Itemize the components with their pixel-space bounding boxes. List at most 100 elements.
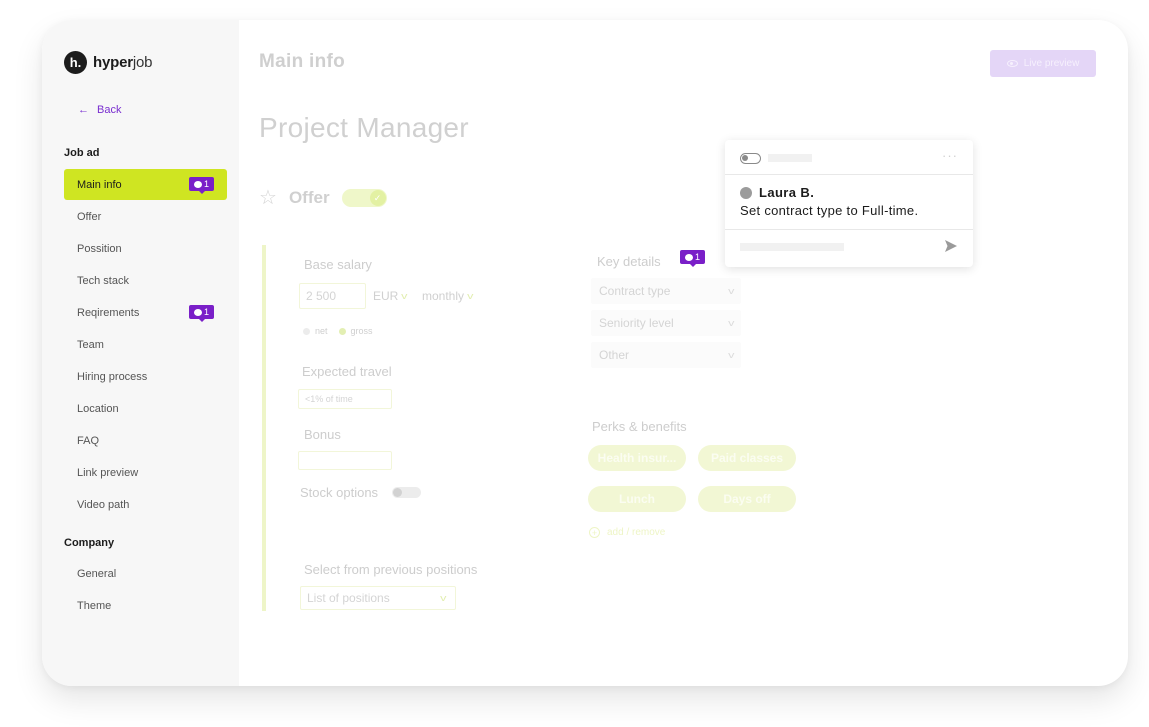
sidebar-item-hiring-process[interactable]: Hiring process [64, 361, 227, 392]
comment-icon [193, 308, 202, 316]
sidebar-item-tech-stack[interactable]: Tech stack [64, 265, 227, 296]
sidebar-item-team[interactable]: Team [64, 329, 227, 360]
chevron-down-icon: v [467, 291, 474, 301]
seniority-level-select[interactable]: Seniority level v [591, 310, 741, 336]
live-preview-button[interactable]: Live preview [990, 50, 1096, 77]
perk-chip[interactable]: Lunch [588, 486, 686, 512]
salary-input[interactable]: 2 500 [299, 283, 366, 309]
sidebar-item-label: Possition [77, 242, 122, 255]
previous-positions-select[interactable]: List of positions v [300, 586, 456, 610]
section-title-job-ad: Job ad [64, 147, 100, 159]
live-preview-label: Live preview [1023, 58, 1080, 69]
section-indicator-bar [262, 245, 266, 611]
plus-circle-icon: + [589, 527, 600, 538]
comment-badge[interactable]: 1 [680, 250, 705, 267]
sidebar-item-theme[interactable]: Theme [64, 590, 227, 621]
sidebar-item-location[interactable]: Location [64, 393, 227, 424]
currency-select[interactable]: EUR v [373, 289, 408, 303]
reply-input[interactable] [740, 243, 844, 251]
expected-travel-input[interactable]: <1% of time [298, 389, 392, 409]
sidebar-item-position[interactable]: Possition [64, 233, 227, 264]
radio-net[interactable] [303, 327, 310, 335]
select-placeholder: Seniority level [599, 316, 674, 330]
radio-net-label: net [315, 326, 328, 336]
comment-body: Laura B. Set contract type to Full-time. [725, 175, 973, 230]
sidebar-item-general[interactable]: General [64, 558, 227, 589]
chevron-down-icon: v [439, 593, 446, 603]
send-icon[interactable] [943, 238, 959, 254]
chevron-down-icon: v [727, 318, 734, 328]
period-select[interactable]: monthly v [422, 289, 473, 303]
comment-badge[interactable]: 1 [189, 177, 214, 194]
sidebar-item-label: Tech stack [77, 274, 129, 287]
sidebar-item-label: Team [77, 338, 104, 351]
contract-type-select[interactable]: Contract type v [591, 278, 741, 304]
stock-options-toggle[interactable] [392, 487, 421, 498]
back-link[interactable]: ← Back [78, 104, 121, 116]
stock-options-label: Stock options [300, 485, 379, 500]
sidebar: h. hyperjob ← Back Job ad Main info 1 Of… [42, 20, 239, 686]
perk-chip[interactable]: Health insur... [588, 445, 686, 471]
expected-travel-label: Expected travel [302, 364, 392, 379]
chevron-down-icon: v [401, 291, 408, 301]
comment-text: Set contract type to Full-time. [740, 203, 919, 218]
comment-popup: ··· Laura B. Set contract type to Full-t… [725, 140, 973, 267]
eye-icon [1006, 60, 1018, 67]
comment-icon [684, 253, 693, 261]
perk-chip[interactable]: Paid classes [698, 445, 796, 471]
comment-count: 1 [203, 307, 209, 317]
more-options-icon[interactable]: ··· [942, 148, 958, 163]
chevron-down-icon: v [727, 286, 734, 296]
sidebar-item-label: Hiring process [77, 370, 148, 383]
add-remove-perks-button[interactable]: + add / remove [589, 527, 665, 538]
bonus-label: Bonus [304, 427, 341, 442]
comment-count: 1 [203, 179, 209, 189]
sidebar-item-label: FAQ [77, 434, 100, 447]
comment-reply-area [725, 230, 973, 266]
sidebar-item-offer[interactable]: Offer [64, 201, 227, 232]
logo[interactable]: h. hyperjob [64, 51, 152, 74]
sidebar-item-requirements[interactable]: Reqirements 1 [64, 297, 227, 328]
bonus-input[interactable] [298, 451, 392, 470]
offer-label: Offer [288, 188, 330, 207]
sidebar-item-label: Theme [77, 599, 112, 612]
salary-basis-radio-group: net gross [303, 326, 373, 336]
arrow-left-icon: ← [78, 104, 89, 116]
author-name: Laura B. [759, 185, 815, 200]
back-label: Back [97, 104, 122, 116]
radio-gross[interactable] [338, 327, 346, 335]
star-icon[interactable]: ☆ [259, 188, 277, 208]
comment-popup-header: ··· [725, 140, 973, 175]
chevron-down-icon: v [727, 350, 734, 360]
comment-badge[interactable]: 1 [189, 305, 214, 322]
sidebar-item-label: Main info [77, 178, 122, 191]
avatar [740, 186, 752, 199]
sidebar-item-label: Offer [77, 210, 102, 223]
comment-icon [193, 180, 202, 188]
perk-chip[interactable]: Days off [698, 486, 796, 512]
section-title-company: Company [64, 537, 115, 549]
comment-header-placeholder [768, 154, 812, 162]
sidebar-item-label: General [77, 567, 117, 580]
logo-text: hyperjob [93, 54, 153, 71]
sidebar-item-video-path[interactable]: Video path [64, 489, 227, 520]
job-title[interactable]: Project Manager [259, 112, 469, 144]
sidebar-item-faq[interactable]: FAQ [64, 425, 227, 456]
other-select[interactable]: Other v [591, 342, 741, 368]
currency-value: EUR [373, 289, 399, 303]
add-remove-label: add / remove [607, 527, 666, 538]
comment-author: Laura B. [740, 185, 958, 200]
page-title: Main info [259, 51, 346, 72]
sidebar-item-main-info[interactable]: Main info 1 [64, 169, 227, 200]
previous-positions-label: Select from previous positions [304, 562, 478, 577]
base-salary-label: Base salary [304, 257, 372, 272]
logo-mark-icon: h. [64, 51, 87, 74]
sidebar-item-link-preview[interactable]: Link preview [64, 457, 227, 488]
sidebar-item-label: Link preview [77, 466, 139, 479]
previous-positions-placeholder: List of positions [307, 591, 390, 605]
sidebar-item-label: Location [77, 402, 119, 415]
offer-section-header: ☆ Offer [259, 188, 387, 208]
offer-toggle[interactable] [341, 189, 387, 207]
perks-label: Perks & benefits [592, 419, 687, 434]
resolve-toggle[interactable] [740, 153, 761, 164]
